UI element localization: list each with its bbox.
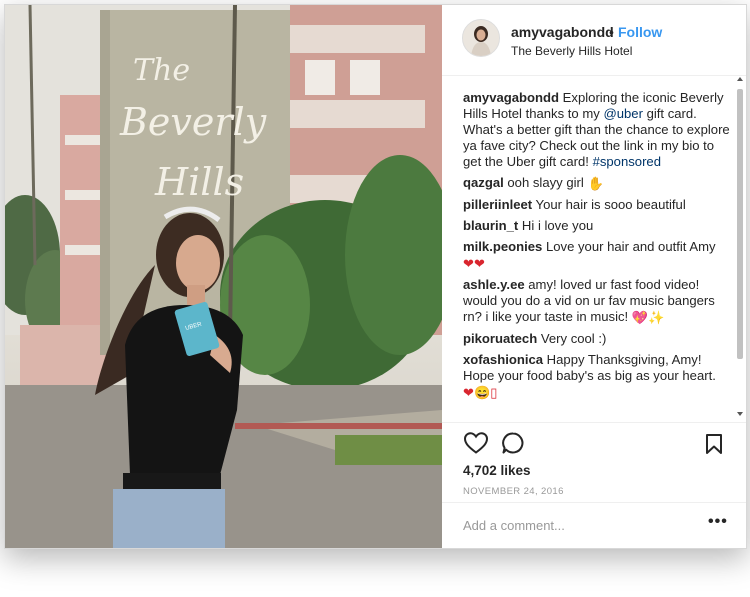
sparkle-heart-emoji-icon: 💖✨ [631,310,665,325]
sign-line-3: Hills [154,160,244,204]
avatar[interactable] [462,19,500,57]
scroll-up-arrow-icon[interactable] [737,77,743,81]
comment-item: pikoruatech Very cool :) [463,331,733,347]
comment-username[interactable]: pikoruatech [463,331,537,346]
bookmark-icon[interactable] [705,433,723,460]
comment-text: Hi i love you [518,218,594,233]
hearts-emoji-icon: ❤❤ [463,256,485,271]
heart-icon[interactable] [463,431,489,460]
comment-text: Love your hair and outfit Amy [542,239,716,254]
post-username[interactable]: amyvagabondd [511,24,614,40]
instagram-post-card: The Beverly Hills UBER amyvagabondd • Fo… [4,4,747,549]
comment-text: Very cool :) [537,331,607,346]
caption-hashtag[interactable]: #sponsored [593,154,661,169]
raised-hand-emoji-icon: ✋ [587,176,604,191]
post-location[interactable]: The Beverly Hills Hotel [511,44,632,58]
sign-line-1: The [133,53,190,88]
photo-illustration: The Beverly Hills UBER [5,5,442,548]
comment-username[interactable]: qazgal [463,175,504,190]
post-sidebar: amyvagabondd • Follow The Beverly Hills … [442,5,746,548]
comment-item: blaurin_t Hi i love you [463,218,733,234]
post-header: amyvagabondd • Follow The Beverly Hills … [442,5,746,76]
follow-button[interactable]: Follow [618,24,662,40]
comment-text: ooh slayy girl [503,175,588,190]
caption: amyvagabondd Exploring the iconic Beverl… [463,90,733,170]
comment-text: Your hair is sooo beautiful [532,197,686,212]
comment-username[interactable]: blaurin_t [463,218,518,233]
comment-item: milk.peonies Love your hair and outfit A… [463,239,733,272]
comment-input[interactable] [463,515,693,535]
caption-username[interactable]: amyvagabondd [463,90,559,105]
separator-dot: • [609,24,614,40]
comment-item: qazgal ooh slayy girl ✋ [463,175,733,192]
scroll-thumb[interactable] [737,89,743,359]
comment-username[interactable]: pilleriinleet [463,197,532,212]
comments-scrollbar[interactable] [736,77,745,422]
post-date[interactable]: NOVEMBER 24, 2016 [463,486,564,497]
comment-icon[interactable] [501,431,525,460]
comment-username[interactable]: ashle.y.ee [463,277,525,292]
caption-mention[interactable]: @uber [603,106,643,121]
like-count[interactable]: 4,702 likes [463,463,531,478]
comment-item: ashle.y.ee amy! loved ur fast food video… [463,277,733,326]
comment-username[interactable]: milk.peonies [463,239,542,254]
sign-line-2: Beverly [119,100,267,144]
comments-list: amyvagabondd Exploring the iconic Beverl… [463,90,733,420]
comment-item: xofashionica Happy Thanksgiving, Amy! Ho… [463,352,733,401]
comment-item: pilleriinleet Your hair is sooo beautifu… [463,197,733,213]
scroll-down-arrow-icon[interactable] [737,412,743,416]
post-photo[interactable]: The Beverly Hills UBER [5,5,442,548]
add-comment-bar: ••• [442,502,746,548]
heart-smile-emoji-icon: ❤😄▯ [463,385,498,400]
post-actions: 4,702 likes NOVEMBER 24, 2016 [442,422,746,503]
more-options-icon[interactable]: ••• [708,513,728,531]
avatar-image [463,20,499,56]
comment-username[interactable]: xofashionica [463,352,543,367]
